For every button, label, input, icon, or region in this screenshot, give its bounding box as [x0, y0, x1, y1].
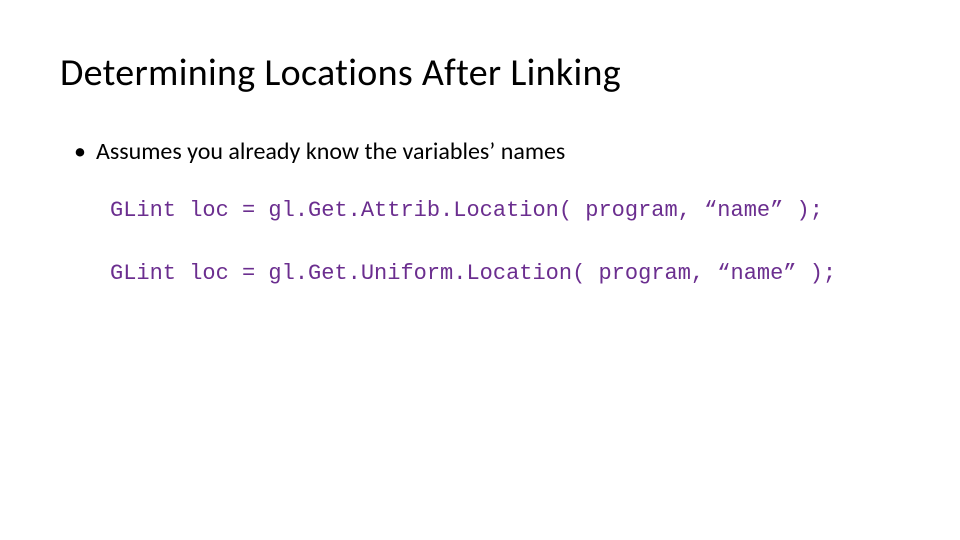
- bullet-text: Assumes you already know the variables’ …: [96, 138, 565, 166]
- slide-title: Determining Locations After Linking: [60, 50, 900, 96]
- code-line-uniform: GLint loc = gl.Get.Uniform.Location( pro…: [110, 261, 900, 286]
- code-line-attrib: GLint loc = gl.Get.Attrib.Location( prog…: [110, 198, 900, 223]
- bullet-item: • Assumes you already know the variables…: [74, 138, 900, 166]
- bullet-marker-icon: •: [74, 138, 86, 166]
